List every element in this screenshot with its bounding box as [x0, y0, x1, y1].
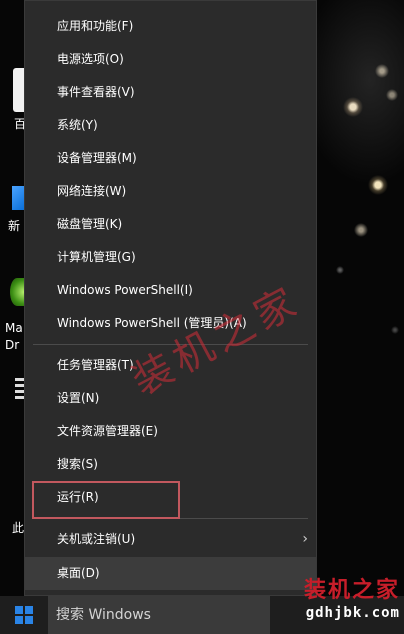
- menu-item-label: 搜索(S): [57, 457, 98, 471]
- menu-item-label: 桌面(D): [57, 566, 100, 580]
- desktop-icon-label: 新: [8, 219, 21, 233]
- brand-url: gdhjbk.com: [305, 605, 400, 621]
- menu-item-desktop[interactable]: 桌面(D): [25, 557, 316, 590]
- desktop-app-icon[interactable]: [15, 378, 24, 400]
- brand-title: 装机之家: [303, 578, 400, 603]
- brand-logo: 装机之家 gdhjbk.com: [304, 578, 400, 622]
- start-button[interactable]: [0, 596, 48, 634]
- menu-item-disk-management[interactable]: 磁盘管理(K): [25, 208, 316, 241]
- windows-logo-icon: [15, 606, 33, 624]
- menu-item-label: 电源选项(O): [57, 52, 124, 66]
- menu-item-search[interactable]: 搜索(S): [25, 448, 316, 481]
- menu-item-device-manager[interactable]: 设备管理器(M): [25, 142, 316, 175]
- menu-item-file-explorer[interactable]: 文件资源管理器(E): [25, 415, 316, 448]
- menu-item-power-options[interactable]: 电源选项(O): [25, 43, 316, 76]
- menu-item-apps-features[interactable]: 应用和功能(F): [25, 10, 316, 43]
- menu-item-label: 设备管理器(M): [57, 151, 137, 165]
- menu-item-event-viewer[interactable]: 事件查看器(V): [25, 76, 316, 109]
- menu-item-label: 事件查看器(V): [57, 85, 135, 99]
- menu-item-system[interactable]: 系统(Y): [25, 109, 316, 142]
- desktop-icon-label: Dr: [5, 338, 20, 352]
- taskbar-search-box[interactable]: 搜索 Windows: [48, 596, 270, 634]
- desktop-app-green-icon[interactable]: [10, 278, 24, 306]
- desktop-icon-label: 此: [12, 521, 25, 535]
- run-highlight-box: [32, 481, 180, 519]
- menu-item-label: 计算机管理(G): [57, 250, 136, 264]
- menu-item-label: 系统(Y): [57, 118, 98, 132]
- menu-item-network-connections[interactable]: 网络连接(W): [25, 175, 316, 208]
- desktop-new-folder-icon[interactable]: [12, 186, 24, 210]
- menu-item-label: 关机或注销(U): [57, 532, 136, 546]
- desktop-app-icon[interactable]: [13, 68, 24, 112]
- desktop-icon-label: Ma: [5, 321, 23, 335]
- menu-item-label: 应用和功能(F): [57, 19, 134, 33]
- menu-item-label: 磁盘管理(K): [57, 217, 123, 231]
- menu-item-label: 网络连接(W): [57, 184, 127, 198]
- menu-item-computer-management[interactable]: 计算机管理(G): [25, 241, 316, 274]
- menu-item-shutdown-signout[interactable]: 关机或注销(U) ›: [25, 523, 316, 556]
- chevron-right-icon: ›: [302, 531, 308, 547]
- menu-item-label: Windows PowerShell(I): [57, 283, 193, 297]
- menu-item-label: 设置(N): [57, 391, 100, 405]
- menu-item-label: 文件资源管理器(E): [57, 424, 158, 438]
